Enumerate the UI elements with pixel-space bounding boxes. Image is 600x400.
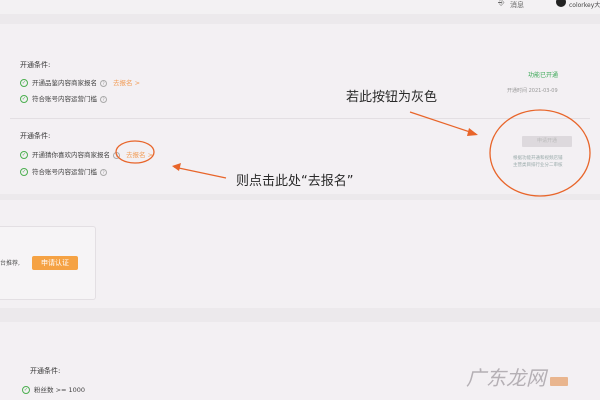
annotation-click-signup: 则点击此处“去报名” (236, 174, 354, 189)
watermark-badge (550, 377, 568, 386)
arrow-to-link (173, 166, 227, 179)
link-highlight-ellipse (115, 140, 155, 164)
arrow-to-button (409, 111, 477, 135)
button-highlight-ellipse (489, 109, 591, 197)
annotation-overlay (115, 109, 591, 197)
watermark: 广东龙网 (466, 366, 546, 390)
arrow-head-link (172, 163, 181, 171)
arrow-head-button (467, 128, 478, 136)
annotation-gray-button: 若此按钮为灰色 (346, 90, 438, 105)
